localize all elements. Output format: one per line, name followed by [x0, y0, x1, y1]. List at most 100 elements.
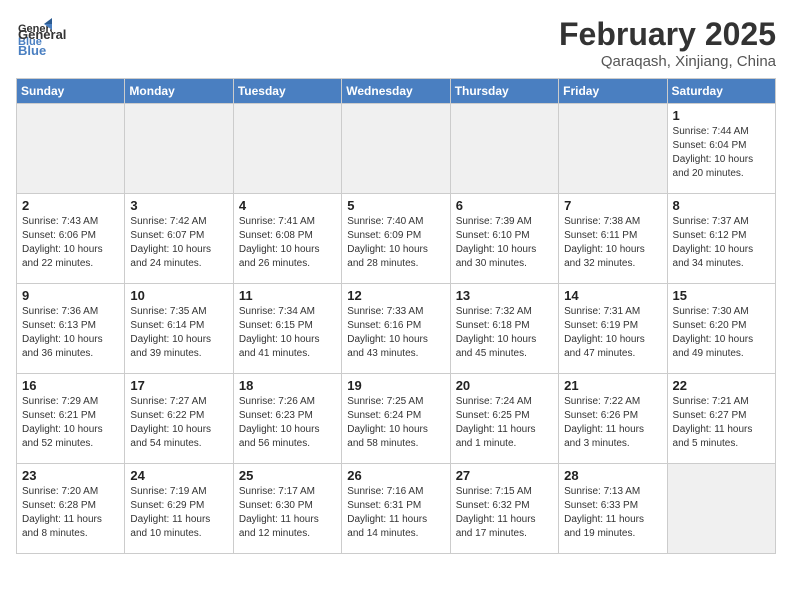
- day-info: Sunrise: 7:43 AM Sunset: 6:06 PM Dayligh…: [22, 215, 119, 271]
- col-friday: Friday: [559, 79, 667, 104]
- table-row: 4 Sunrise: 7:41 AM Sunset: 6:08 PM Daylig…: [233, 194, 341, 284]
- day-number: 24: [130, 468, 227, 483]
- day-info: Sunrise: 7:13 AM Sunset: 6:33 PM Dayligh…: [564, 485, 661, 541]
- table-row: 2 Sunrise: 7:43 AM Sunset: 6:06 PM Daylig…: [17, 194, 125, 284]
- col-thursday: Thursday: [450, 79, 558, 104]
- calendar: Sunday Monday Tuesday Wednesday Thursday…: [16, 78, 776, 554]
- table-row: 24 Sunrise: 7:19 AM Sunset: 6:29 PM Dayli…: [125, 464, 233, 554]
- table-row: 23 Sunrise: 7:20 AM Sunset: 6:28 PM Dayli…: [17, 464, 125, 554]
- table-row: 5 Sunrise: 7:40 AM Sunset: 6:09 PM Daylig…: [342, 194, 450, 284]
- col-saturday: Saturday: [667, 79, 775, 104]
- day-number: 25: [239, 468, 336, 483]
- table-row: 28 Sunrise: 7:13 AM Sunset: 6:33 PM Dayli…: [559, 464, 667, 554]
- table-row: 14 Sunrise: 7:31 AM Sunset: 6:19 PM Dayli…: [559, 284, 667, 374]
- day-info: Sunrise: 7:38 AM Sunset: 6:11 PM Dayligh…: [564, 215, 661, 271]
- table-row: [233, 104, 341, 194]
- col-monday: Monday: [125, 79, 233, 104]
- table-row: 15 Sunrise: 7:30 AM Sunset: 6:20 PM Dayli…: [667, 284, 775, 374]
- day-info: Sunrise: 7:35 AM Sunset: 6:14 PM Dayligh…: [130, 305, 227, 361]
- table-row: 25 Sunrise: 7:17 AM Sunset: 6:30 PM Dayli…: [233, 464, 341, 554]
- day-info: Sunrise: 7:20 AM Sunset: 6:28 PM Dayligh…: [22, 485, 119, 541]
- table-row: 27 Sunrise: 7:15 AM Sunset: 6:32 PM Dayli…: [450, 464, 558, 554]
- day-number: 15: [673, 288, 770, 303]
- day-info: Sunrise: 7:29 AM Sunset: 6:21 PM Dayligh…: [22, 395, 119, 451]
- table-row: 3 Sunrise: 7:42 AM Sunset: 6:07 PM Daylig…: [125, 194, 233, 284]
- day-number: 14: [564, 288, 661, 303]
- day-info: Sunrise: 7:41 AM Sunset: 6:08 PM Dayligh…: [239, 215, 336, 271]
- table-row: 6 Sunrise: 7:39 AM Sunset: 6:10 PM Daylig…: [450, 194, 558, 284]
- day-number: 18: [239, 378, 336, 393]
- day-number: 17: [130, 378, 227, 393]
- logo-general: General: [18, 27, 66, 42]
- table-row: 9 Sunrise: 7:36 AM Sunset: 6:13 PM Daylig…: [17, 284, 125, 374]
- table-row: 11Sunrise: 7:34 AM Sunset: 6:15 PM Dayli…: [233, 284, 341, 374]
- table-row: 10 Sunrise: 7:35 AM Sunset: 6:14 PM Dayli…: [125, 284, 233, 374]
- day-info: Sunrise: 7:27 AM Sunset: 6:22 PM Dayligh…: [130, 395, 227, 451]
- table-row: 13Sunrise: 7:32 AM Sunset: 6:18 PM Dayli…: [450, 284, 558, 374]
- day-number: 20: [456, 378, 553, 393]
- col-tuesday: Tuesday: [233, 79, 341, 104]
- day-info: Sunrise: 7:42 AM Sunset: 6:07 PM Dayligh…: [130, 215, 227, 271]
- day-number: 1: [673, 108, 770, 123]
- day-number: 11: [239, 288, 336, 303]
- day-number: 19: [347, 378, 444, 393]
- table-row: 16 Sunrise: 7:29 AM Sunset: 6:21 PM Dayli…: [17, 374, 125, 464]
- table-row: 18 Sunrise: 7:26 AM Sunset: 6:23 PM Dayli…: [233, 374, 341, 464]
- logo-area: General Blue General Blue: [16, 16, 66, 58]
- table-row: 26 Sunrise: 7:16 AM Sunset: 6:31 PM Dayli…: [342, 464, 450, 554]
- day-number: 7: [564, 198, 661, 213]
- day-number: 4: [239, 198, 336, 213]
- table-row: 8 Sunrise: 7:37 AM Sunset: 6:12 PM Daylig…: [667, 194, 775, 284]
- day-number: 10: [130, 288, 227, 303]
- day-info: Sunrise: 7:33 AM Sunset: 6:16 PM Dayligh…: [347, 305, 444, 361]
- day-info: Sunrise: 7:16 AM Sunset: 6:31 PM Dayligh…: [347, 485, 444, 541]
- day-info: Sunrise: 7:31 AM Sunset: 6:19 PM Dayligh…: [564, 305, 661, 361]
- day-info: Sunrise: 7:30 AM Sunset: 6:20 PM Dayligh…: [673, 305, 770, 361]
- table-row: [559, 104, 667, 194]
- table-row: [667, 464, 775, 554]
- day-number: 12: [347, 288, 444, 303]
- location: Qaraqash, Xinjiang, China: [559, 53, 776, 70]
- day-number: 3: [130, 198, 227, 213]
- table-row: [125, 104, 233, 194]
- day-info: Sunrise: 7:15 AM Sunset: 6:32 PM Dayligh…: [456, 485, 553, 541]
- day-info: Sunrise: 7:37 AM Sunset: 6:12 PM Dayligh…: [673, 215, 770, 271]
- day-info: Sunrise: 7:39 AM Sunset: 6:10 PM Dayligh…: [456, 215, 553, 271]
- table-row: 1 Sunrise: 7:44 AM Sunset: 6:04 PM Daylig…: [667, 104, 775, 194]
- day-number: 16: [22, 378, 119, 393]
- table-row: 22Sunrise: 7:21 AM Sunset: 6:27 PM Dayli…: [667, 374, 775, 464]
- title-area: February 2025 Qaraqash, Xinjiang, China: [559, 16, 776, 70]
- table-row: 19 Sunrise: 7:25 AM Sunset: 6:24 PM Dayli…: [342, 374, 450, 464]
- day-number: 6: [456, 198, 553, 213]
- day-info: Sunrise: 7:21 AM Sunset: 6:27 PM Dayligh…: [673, 395, 770, 451]
- day-info: Sunrise: 7:26 AM Sunset: 6:23 PM Dayligh…: [239, 395, 336, 451]
- day-number: 26: [347, 468, 444, 483]
- day-number: 27: [456, 468, 553, 483]
- day-info: Sunrise: 7:17 AM Sunset: 6:30 PM Dayligh…: [239, 485, 336, 541]
- day-number: 8: [673, 198, 770, 213]
- day-number: 2: [22, 198, 119, 213]
- day-info: Sunrise: 7:36 AM Sunset: 6:13 PM Dayligh…: [22, 305, 119, 361]
- table-row: [342, 104, 450, 194]
- day-info: Sunrise: 7:24 AM Sunset: 6:25 PM Dayligh…: [456, 395, 553, 451]
- day-number: 28: [564, 468, 661, 483]
- month-title: February 2025: [559, 16, 776, 53]
- day-number: 21: [564, 378, 661, 393]
- table-row: 12 Sunrise: 7:33 AM Sunset: 6:16 PM Dayli…: [342, 284, 450, 374]
- day-number: 5: [347, 198, 444, 213]
- day-info: Sunrise: 7:32 AM Sunset: 6:18 PM Dayligh…: [456, 305, 553, 361]
- table-row: [17, 104, 125, 194]
- table-row: [450, 104, 558, 194]
- day-number: 9: [22, 288, 119, 303]
- table-row: 20 Sunrise: 7:24 AM Sunset: 6:25 PM Dayli…: [450, 374, 558, 464]
- day-info: Sunrise: 7:44 AM Sunset: 6:04 PM Dayligh…: [673, 125, 770, 181]
- day-info: Sunrise: 7:25 AM Sunset: 6:24 PM Dayligh…: [347, 395, 444, 451]
- table-row: 21 Sunrise: 7:22 AM Sunset: 6:26 PM Dayli…: [559, 374, 667, 464]
- table-row: 17 Sunrise: 7:27 AM Sunset: 6:22 PM Dayli…: [125, 374, 233, 464]
- day-number: 23: [22, 468, 119, 483]
- col-sunday: Sunday: [17, 79, 125, 104]
- day-info: Sunrise: 7:19 AM Sunset: 6:29 PM Dayligh…: [130, 485, 227, 541]
- day-info: Sunrise: 7:22 AM Sunset: 6:26 PM Dayligh…: [564, 395, 661, 451]
- day-info: Sunrise: 7:40 AM Sunset: 6:09 PM Dayligh…: [347, 215, 444, 271]
- logo-blue: Blue: [18, 43, 46, 58]
